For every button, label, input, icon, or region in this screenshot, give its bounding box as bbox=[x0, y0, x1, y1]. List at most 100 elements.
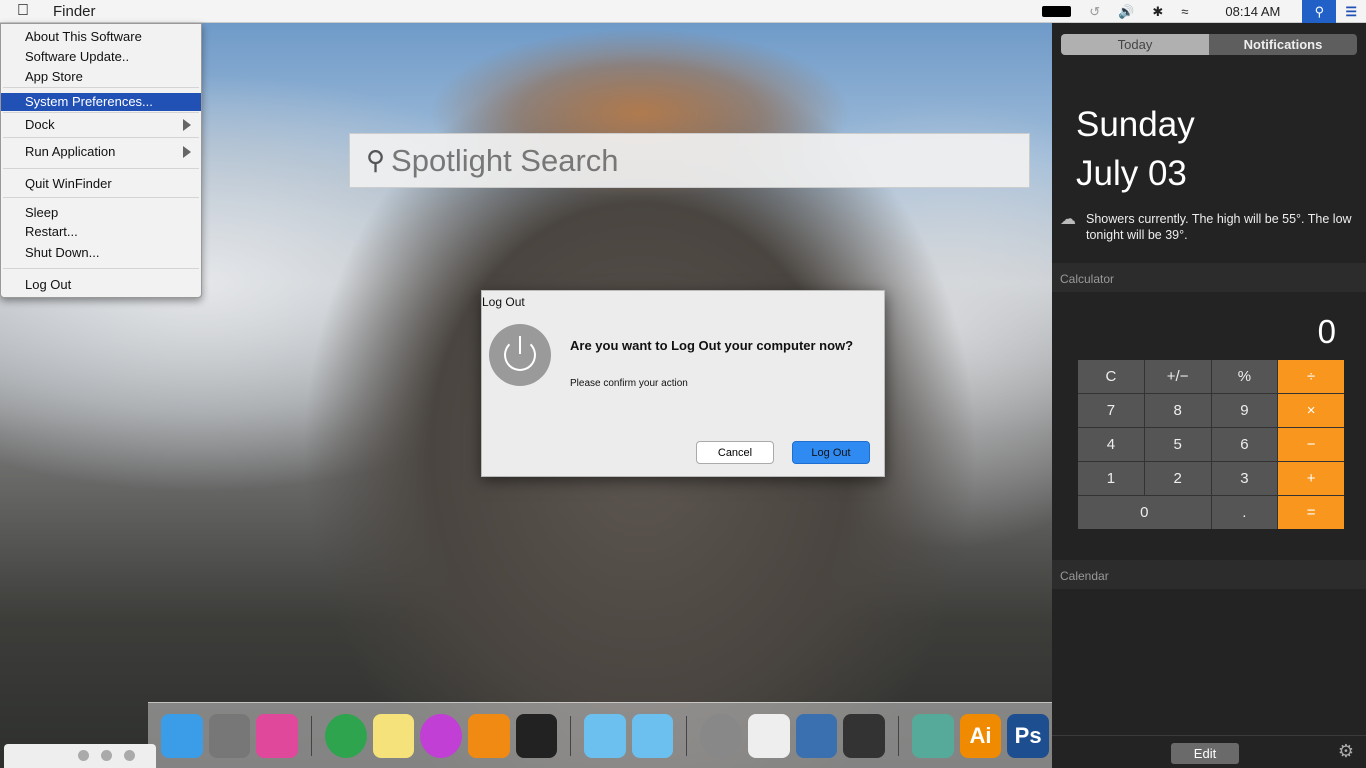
dock-separator bbox=[570, 715, 572, 756]
chevron-right-icon bbox=[183, 119, 191, 131]
calculator-keypad: C +/−% ÷ 7 8 9 × 4 5 6− 1 2 3 +0. = bbox=[1078, 360, 1344, 529]
menu-item-quit-winfinder[interactable]: Quit WinFinder bbox=[1, 175, 201, 193]
photoshop-icon[interactable]: Ps bbox=[1007, 713, 1049, 758]
apple-menu-dropdown: About This Software Software Update.. App … bbox=[0, 23, 202, 298]
calculator-display: 0 bbox=[1317, 313, 1336, 350]
menu-item-label: Sleep bbox=[25, 205, 59, 220]
calc-key[interactable]: 6 bbox=[1211, 428, 1278, 461]
calc-key[interactable]: = bbox=[1278, 496, 1344, 529]
calc-key[interactable]: . bbox=[1211, 496, 1278, 529]
menu-separator bbox=[3, 137, 199, 138]
day-name: Sunday bbox=[1076, 105, 1195, 144]
search-icon: ⚲ bbox=[366, 145, 386, 175]
menu-item-dock[interactable]: Dock bbox=[1, 116, 201, 134]
dialog-subtitle: Please confirm your action bbox=[570, 378, 688, 389]
menu-item-about-this-software[interactable]: About This Software bbox=[1, 28, 201, 46]
calc-key[interactable]: 5 bbox=[1144, 428, 1211, 461]
calc-key[interactable]: +/− bbox=[1144, 360, 1211, 393]
music-app-icon[interactable] bbox=[515, 713, 558, 758]
calculator-header: Calculator bbox=[1052, 263, 1366, 292]
calc-key[interactable]: % bbox=[1211, 360, 1278, 393]
finder-icon[interactable] bbox=[161, 713, 203, 758]
power-icon[interactable] bbox=[700, 713, 743, 758]
notes-icon[interactable] bbox=[372, 713, 415, 758]
menu-item-software-update[interactable]: Software Update.. bbox=[1, 48, 201, 66]
menu-item-label: Log Out bbox=[25, 277, 72, 292]
dock-separator bbox=[686, 715, 688, 756]
game-center-icon[interactable] bbox=[256, 713, 298, 758]
illustrator-icon[interactable]: Ai bbox=[959, 713, 1002, 758]
calendar-header: Calendar bbox=[1052, 560, 1366, 589]
bluetooth-icon[interactable]: ✱ bbox=[1152, 4, 1163, 20]
tab-notifications[interactable]: Notifications bbox=[1209, 34, 1357, 55]
app-name[interactable]: Finder bbox=[53, 3, 96, 20]
menu-item-label: Software Update.. bbox=[25, 49, 130, 64]
dialog-question: Are you want to Log Out your computer no… bbox=[570, 338, 854, 353]
calc-key[interactable]: × bbox=[1278, 394, 1344, 427]
cancel-button[interactable]: Cancel bbox=[696, 441, 774, 464]
calc-key[interactable]: ÷ bbox=[1278, 360, 1344, 393]
dock-separator bbox=[898, 715, 899, 756]
log-out-dialog: Log Out Are you want to Log Out your com… bbox=[481, 290, 885, 477]
edit-button[interactable]: Edit bbox=[1171, 743, 1239, 764]
menu-bar:  Finder ↺ 🔊 ✱ ≈ 08:14 AM ⚲ ☰ bbox=[0, 0, 1366, 23]
apple-menu-icon[interactable]:  bbox=[17, 2, 29, 20]
menu-item-log-out[interactable]: Log Out bbox=[1, 276, 201, 294]
menu-item-label: Restart... bbox=[25, 224, 78, 239]
time-machine-icon[interactable]: ↺ bbox=[1089, 4, 1100, 20]
volume-icon[interactable]: 🔊 bbox=[1118, 4, 1134, 20]
itunes-icon[interactable] bbox=[420, 713, 462, 758]
calc-key[interactable]: − bbox=[1278, 428, 1344, 461]
menu-item-shut-down[interactable]: Shut Down... bbox=[1, 244, 201, 262]
spotlight-search-input[interactable]: ⚲ Spotlight Search bbox=[349, 133, 1030, 188]
menu-item-label: Dock bbox=[25, 117, 55, 132]
menu-item-restart[interactable]: Restart... bbox=[1, 223, 201, 241]
menu-item-label: Quit WinFinder bbox=[25, 176, 112, 191]
battery-icon[interactable] bbox=[1042, 6, 1072, 17]
tab-today[interactable]: Today bbox=[1061, 34, 1209, 55]
wifi-icon[interactable]: ≈ bbox=[1181, 4, 1188, 19]
applications-folder-icon[interactable] bbox=[631, 713, 674, 758]
log-out-button[interactable]: Log Out bbox=[792, 441, 870, 464]
spotlight-placeholder: Spotlight Search bbox=[391, 142, 619, 178]
gear-icon[interactable]: ⚙ bbox=[1338, 741, 1354, 762]
activity-monitor-icon[interactable] bbox=[843, 713, 886, 758]
menu-item-sleep[interactable]: Sleep bbox=[1, 204, 201, 222]
rain-cloud-icon: ☁ bbox=[1060, 211, 1076, 228]
chevron-right-icon bbox=[183, 146, 191, 158]
folder-icon[interactable] bbox=[584, 713, 626, 758]
dock: Ai Ps bbox=[148, 702, 1052, 768]
notification-center-icon[interactable]: ☰ bbox=[1345, 4, 1357, 20]
calc-key[interactable]: 2 bbox=[1144, 462, 1211, 495]
menu-separator bbox=[3, 197, 199, 198]
calc-key[interactable]: 3 bbox=[1211, 462, 1278, 495]
calc-key[interactable]: 9 bbox=[1211, 394, 1278, 427]
task-list-icon[interactable] bbox=[748, 713, 790, 758]
calc-key[interactable]: + bbox=[1278, 462, 1344, 495]
menu-item-system-preferences[interactable]: System Preferences... bbox=[1, 93, 201, 111]
menu-item-label: Shut Down... bbox=[25, 245, 100, 260]
menu-separator bbox=[3, 268, 199, 269]
spotlight-search-icon[interactable]: ⚲ bbox=[1302, 0, 1337, 23]
menu-item-app-store[interactable]: App Store bbox=[1, 68, 201, 86]
menu-separator bbox=[3, 168, 199, 169]
menu-item-label: App Store bbox=[25, 69, 83, 84]
clock[interactable]: 08:14 AM bbox=[1225, 4, 1280, 19]
calc-key[interactable]: 1 bbox=[1078, 462, 1144, 495]
menu-separator bbox=[3, 112, 199, 113]
vlc-icon[interactable] bbox=[467, 713, 510, 758]
calc-key[interactable]: 7 bbox=[1078, 394, 1144, 427]
laptop-icon[interactable] bbox=[795, 713, 838, 758]
calc-key[interactable]: 4 bbox=[1078, 428, 1144, 461]
minimized-window-bar[interactable] bbox=[4, 744, 156, 768]
calc-key[interactable]: 8 bbox=[1144, 394, 1211, 427]
menu-item-run-application[interactable]: Run Application bbox=[1, 143, 201, 161]
chrome-icon[interactable] bbox=[324, 713, 367, 758]
calc-key[interactable]: C bbox=[1078, 360, 1144, 393]
weather-summary: Showers currently. The high will be 55°.… bbox=[1086, 212, 1352, 242]
calc-key[interactable]: 0 bbox=[1078, 496, 1211, 529]
system-preferences-icon[interactable] bbox=[208, 713, 251, 758]
menu-item-label: About This Software bbox=[25, 29, 142, 44]
menu-separator bbox=[3, 87, 199, 88]
maps-icon[interactable] bbox=[912, 713, 954, 758]
